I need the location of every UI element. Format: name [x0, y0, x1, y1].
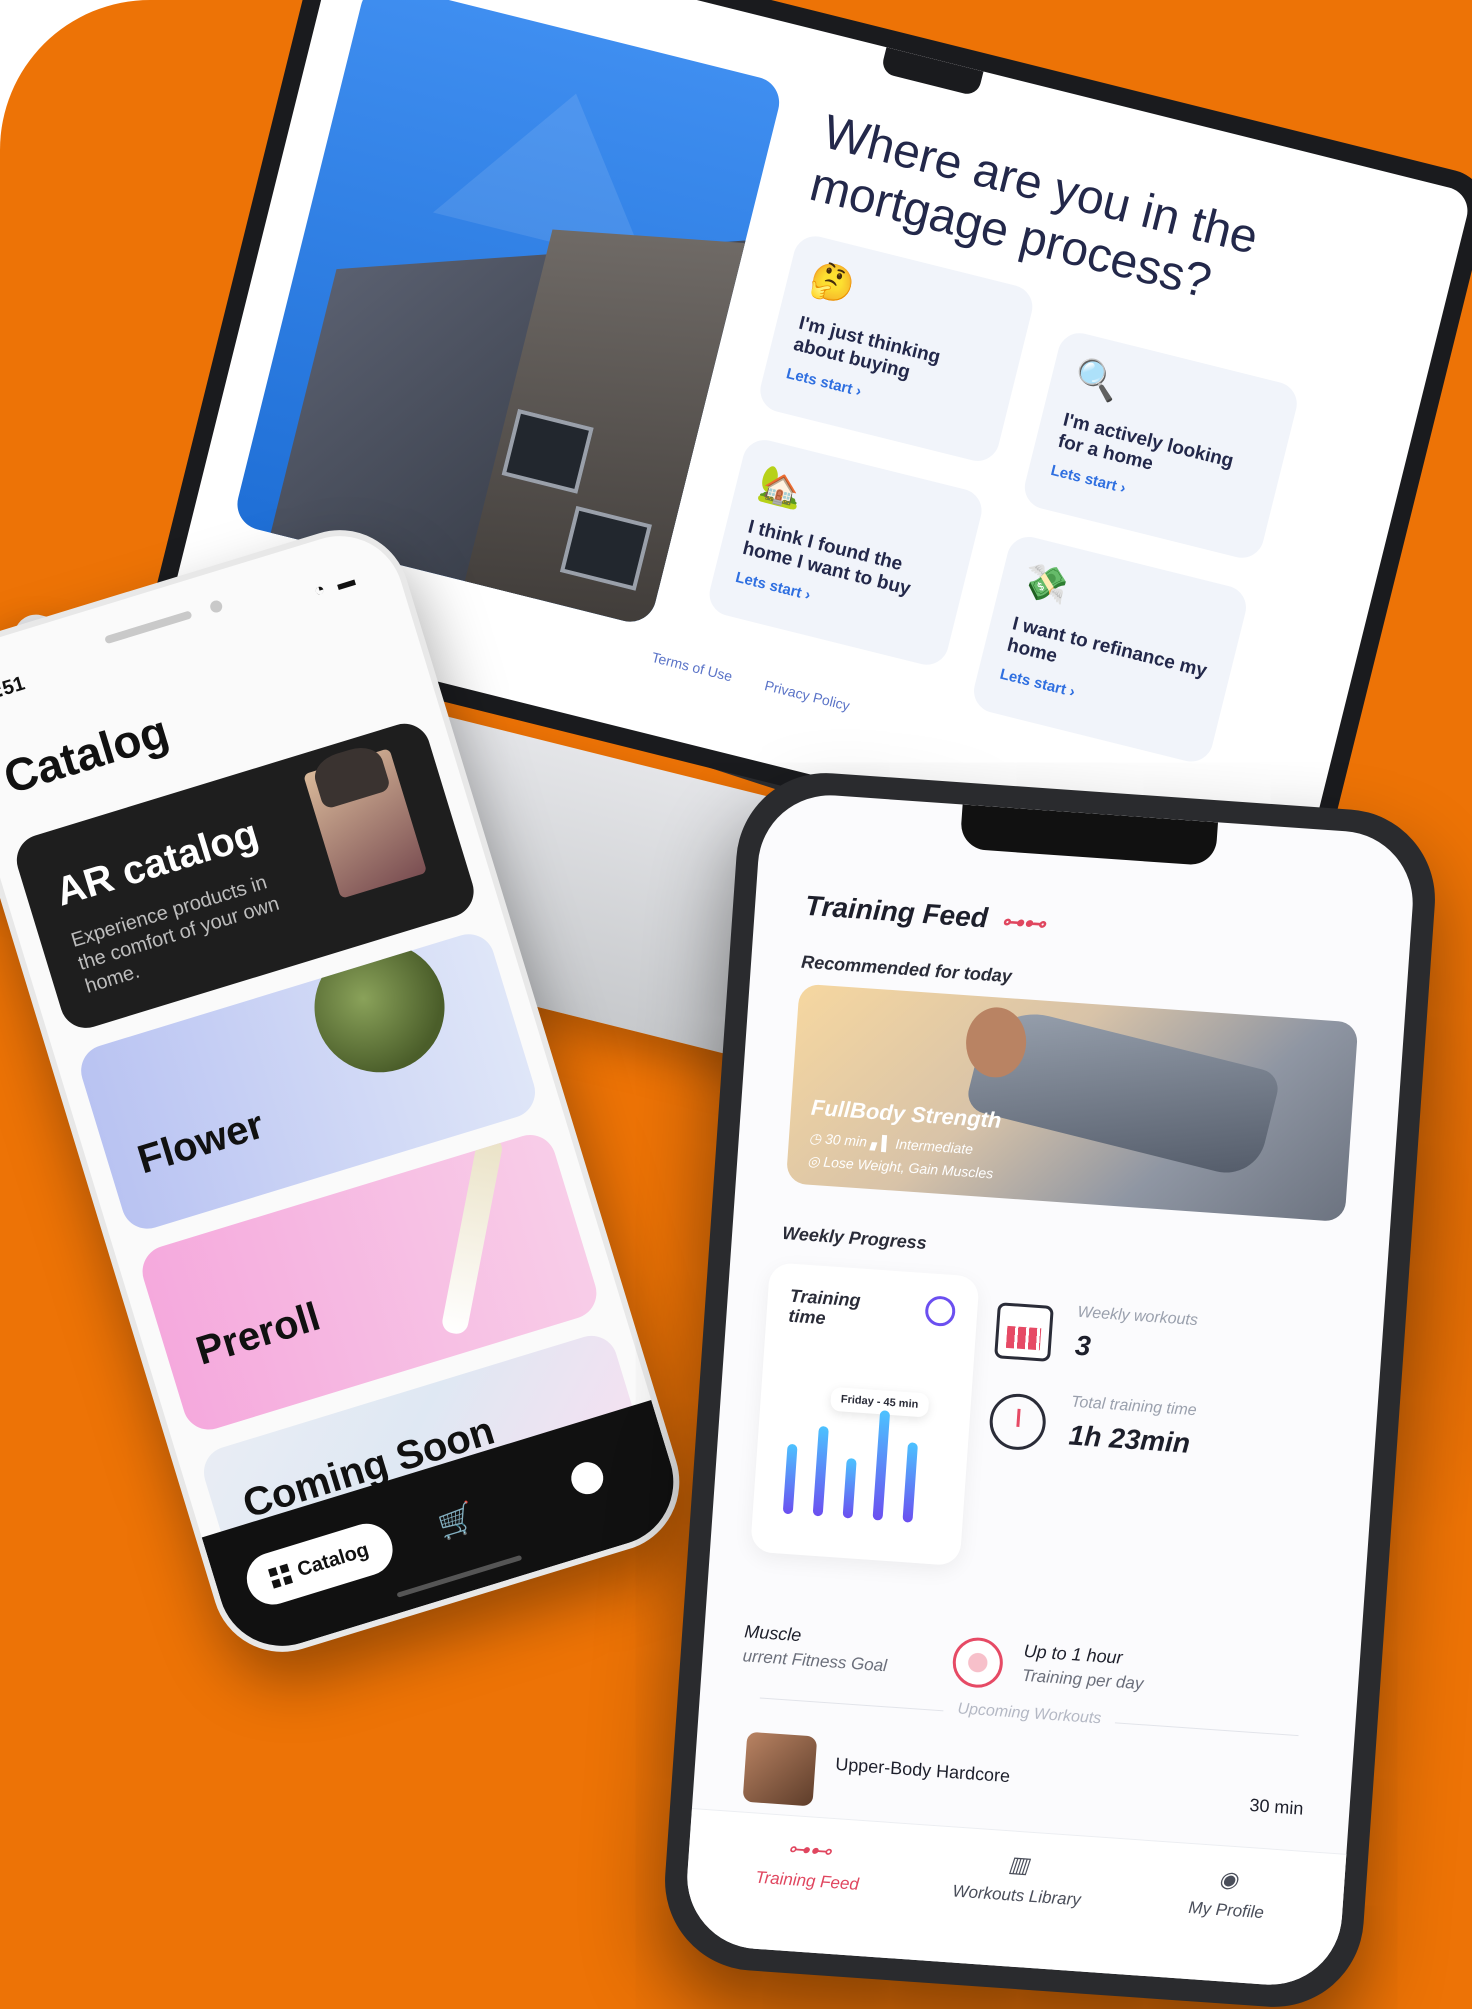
total-training-time-stat: Total training time 1h 23min	[987, 1388, 1291, 1479]
stat-caption: Total training time	[1070, 1393, 1198, 1420]
phone-speaker	[104, 610, 193, 645]
target-icon: ◎	[806, 1152, 825, 1170]
tile-title: Preroll	[191, 1294, 326, 1374]
training-phone: Training Feed ⊶⊷ Recommended for today F…	[658, 767, 1442, 2009]
training-time-card[interactable]: Training time Friday - 45 min	[750, 1262, 980, 1567]
privacy-link[interactable]: Privacy Policy	[763, 677, 851, 714]
upcoming-workout-duration: 30 min	[1248, 1794, 1305, 1819]
status-time: 9:51	[0, 672, 28, 706]
training-time-label: Training time	[787, 1285, 862, 1329]
weekly-progress-label: Weekly Progress	[781, 1222, 928, 1254]
workout-goals-text: Lose Weight, Gain Muscles	[822, 1153, 994, 1182]
recommended-label: Recommended for today	[800, 951, 1013, 987]
chart-bar	[872, 1410, 891, 1521]
tab-workouts-library[interactable]: ▥ Workouts Library	[916, 1845, 1119, 1913]
workout-duration: 30 min	[824, 1130, 868, 1150]
laptop-footer: Terms of Use Privacy Policy	[650, 649, 880, 721]
page-title: Training Feed ⊶⊷	[804, 890, 1047, 939]
workout-card[interactable]: FullBody Strength ◷ 30 min ▖▌ Intermedia…	[785, 983, 1359, 1223]
upcoming-workout-name: Upper-Body Hardcore	[834, 1753, 1011, 1787]
card-found-home[interactable]: 🏡 I think I found the home I want to buy…	[704, 435, 987, 670]
stat-value: 1h 23min	[1067, 1419, 1192, 1459]
workout-level: Intermediate	[894, 1135, 974, 1158]
tab-my-profile[interactable]: ◉ My Profile	[1126, 1860, 1329, 1928]
catalog-tab[interactable]: Catalog	[240, 1517, 400, 1611]
catalog-tab-label: Catalog	[294, 1538, 372, 1581]
preroll-image	[440, 1134, 505, 1336]
card-refinance[interactable]: 💸 I want to refinance my home Lets start…	[969, 532, 1251, 767]
grid-icon	[268, 1563, 294, 1589]
dumbbell-icon: ⊶⊷	[1000, 908, 1047, 937]
per-day-subtitle: Training per day	[1021, 1665, 1144, 1694]
phone-camera	[208, 599, 224, 615]
level-icon: ▖▌	[870, 1133, 896, 1152]
per-day-title: Up to 1 hour	[1023, 1640, 1124, 1668]
chart-bar	[842, 1457, 857, 1519]
home-indicator	[396, 1554, 523, 1598]
stat-value: 3	[1074, 1329, 1092, 1362]
workout-thumbnail	[742, 1731, 818, 1807]
orange-background: Where are you in the mortgage process? 🤔…	[0, 0, 1472, 2009]
training-per-day: Up to 1 hour Training per day	[1021, 1641, 1145, 1694]
chart-bar	[902, 1442, 918, 1523]
page-title: Catalog	[0, 704, 175, 804]
clock-icon	[924, 1295, 957, 1328]
chart-bar	[812, 1425, 829, 1517]
stopwatch-icon	[987, 1391, 1048, 1452]
upcoming-label: Upcoming Workouts	[942, 1699, 1116, 1729]
tile-title: Flower	[132, 1102, 269, 1183]
phone-notch	[959, 804, 1219, 867]
terms-link[interactable]: Terms of Use	[650, 649, 734, 684]
card-actively-looking[interactable]: 🔍 I'm actively looking for a home Lets s…	[1020, 328, 1302, 563]
tab-training-feed[interactable]: ⊶⊷ Training Feed	[707, 1830, 910, 1898]
chart-bar	[782, 1443, 798, 1515]
timer-icon	[951, 1635, 1005, 1690]
fitness-goal: Muscle urrent Fitness Goal	[742, 1621, 889, 1676]
user-icon[interactable]	[567, 1458, 608, 1499]
wifi-battery-icon: ◔ ▬	[311, 568, 361, 601]
building-hero-image	[231, 0, 785, 628]
page-title-text: Training Feed	[804, 889, 989, 934]
clock-icon: ◷	[808, 1129, 826, 1147]
laptop-notch	[880, 47, 984, 97]
card-thinking-about-buying[interactable]: 🤔 I'm just thinking about buying Lets st…	[755, 231, 1038, 466]
training-screen: Training Feed ⊶⊷ Recommended for today F…	[682, 790, 1418, 1990]
stat-caption: Weekly workouts	[1076, 1303, 1199, 1330]
product-box-image	[303, 748, 428, 899]
weekly-workouts-stat: Weekly workouts 3	[993, 1298, 1297, 1389]
calendar-icon	[994, 1302, 1054, 1362]
cart-icon[interactable]: 🛒	[434, 1499, 480, 1543]
